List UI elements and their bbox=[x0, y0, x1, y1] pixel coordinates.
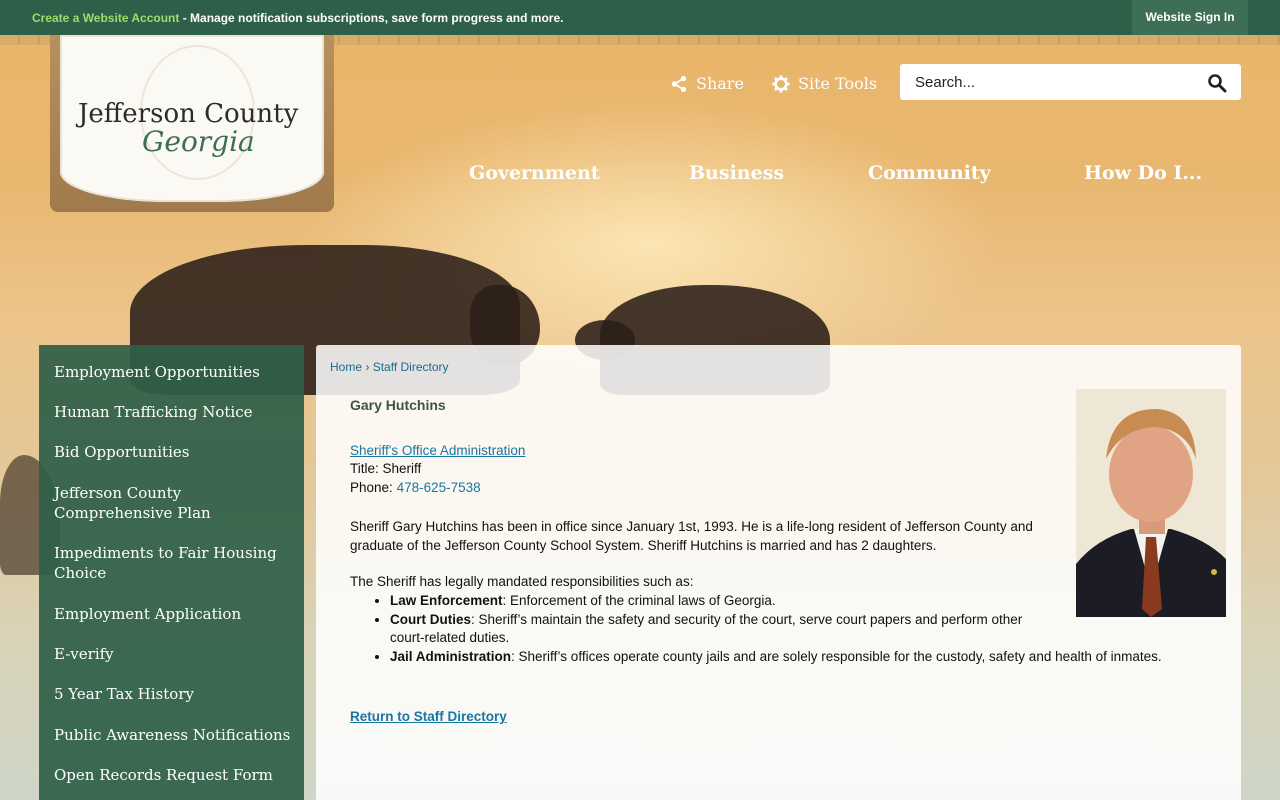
sidebar-item-e-verify[interactable]: E-verify bbox=[54, 644, 294, 664]
staff-bio: Sheriff Gary Hutchins has been in office… bbox=[350, 519, 1033, 553]
title-label: Title: bbox=[350, 461, 379, 476]
site-tools-label: Site Tools bbox=[798, 74, 878, 93]
account-message-text: - Manage notification subscriptions, sav… bbox=[179, 11, 564, 25]
sign-in-button[interactable]: Website Sign In bbox=[1132, 0, 1248, 35]
search-input[interactable] bbox=[900, 64, 1190, 100]
sidebar-item-tax-history[interactable]: 5 Year Tax History bbox=[54, 684, 294, 704]
return-to-directory-link[interactable]: Return to Staff Directory bbox=[350, 709, 507, 724]
search-icon[interactable] bbox=[1207, 73, 1227, 93]
site-logo[interactable]: Jefferson County Georgia bbox=[50, 35, 334, 212]
title-value: Sheriff bbox=[382, 461, 422, 476]
breadcrumb-separator: › bbox=[365, 360, 370, 374]
list-item: Law Enforcement: Enforcement of the crim… bbox=[390, 592, 1170, 611]
list-item: Court Duties: Sheriff’s maintain the saf… bbox=[390, 611, 1055, 648]
department-link[interactable]: Sheriff's Office Administration bbox=[350, 443, 525, 458]
nav-how-do-i[interactable]: How Do I... bbox=[1084, 162, 1202, 184]
responsibility-term: Law Enforcement bbox=[390, 593, 503, 608]
staff-photo bbox=[1076, 389, 1226, 617]
responsibility-term: Jail Administration bbox=[390, 648, 512, 664]
gear-icon bbox=[772, 74, 790, 93]
phone-label: Phone: bbox=[350, 480, 393, 495]
staff-name: Gary Hutchins bbox=[350, 397, 446, 413]
site-tools-button[interactable]: Site Tools bbox=[772, 74, 877, 93]
staff-title: Title: Sheriff bbox=[350, 461, 421, 476]
responsibility-desc: : Sheriff’s offices operate county jails… bbox=[511, 648, 1162, 664]
account-message: Create a Website Account - Manage notifi… bbox=[32, 11, 563, 25]
share-label: Share bbox=[696, 74, 744, 93]
nav-business[interactable]: Business bbox=[689, 162, 784, 184]
sidebar-item-human-trafficking[interactable]: Human Trafficking Notice bbox=[54, 402, 294, 422]
sidebar-item-public-awareness[interactable]: Public Awareness Notifications bbox=[54, 725, 294, 745]
sidebar-item-employment-application[interactable]: Employment Application bbox=[54, 604, 294, 624]
responsibilities-list: Law Enforcement: Enforcement of the crim… bbox=[390, 592, 1170, 666]
responsibility-desc: : Enforcement of the criminal laws of Ge… bbox=[502, 593, 776, 608]
sidebar-item-fair-housing[interactable]: Impediments to Fair Housing Choice bbox=[54, 543, 294, 583]
list-item: Jail Administration: Sheriff’s offices o… bbox=[390, 648, 1170, 667]
breadcrumb-home[interactable]: Home bbox=[330, 360, 362, 374]
breadcrumb: Home › Staff Directory bbox=[330, 360, 449, 374]
responsibilities-intro: The Sheriff has legally mandated respons… bbox=[350, 574, 694, 589]
share-button[interactable]: Share bbox=[670, 74, 744, 93]
staff-phone: Phone: 478-625-7538 bbox=[350, 480, 481, 495]
portrait-image bbox=[1076, 389, 1226, 617]
logo-subtitle: Georgia bbox=[142, 125, 255, 158]
phone-link[interactable]: 478-625-7538 bbox=[397, 480, 481, 495]
logo-banner: Jefferson County Georgia bbox=[60, 35, 324, 202]
sidebar-item-open-records[interactable]: Open Records Request Form bbox=[54, 765, 294, 785]
sidebar-item-comprehensive-plan[interactable]: Jefferson County Comprehensive Plan bbox=[54, 483, 294, 523]
share-icon bbox=[671, 75, 687, 92]
sidebar-menu: Employment Opportunities Human Trafficki… bbox=[39, 345, 304, 800]
nav-government[interactable]: Government bbox=[469, 162, 600, 184]
sidebar-item-employment-opportunities[interactable]: Employment Opportunities bbox=[54, 362, 294, 382]
search-box bbox=[900, 64, 1241, 100]
nav-community[interactable]: Community bbox=[868, 162, 991, 184]
responsibility-desc: : Sheriff’s maintain the safety and secu… bbox=[390, 611, 1023, 646]
sidebar-item-bid-opportunities[interactable]: Bid Opportunities bbox=[54, 442, 294, 462]
main-content: Home › Staff Directory Gary Hutchins She… bbox=[316, 345, 1241, 800]
responsibility-term: Court Duties bbox=[390, 611, 471, 627]
create-account-link[interactable]: Create a Website Account bbox=[32, 11, 179, 25]
breadcrumb-staff-directory[interactable]: Staff Directory bbox=[373, 360, 449, 374]
top-bar: Create a Website Account - Manage notifi… bbox=[0, 0, 1280, 35]
